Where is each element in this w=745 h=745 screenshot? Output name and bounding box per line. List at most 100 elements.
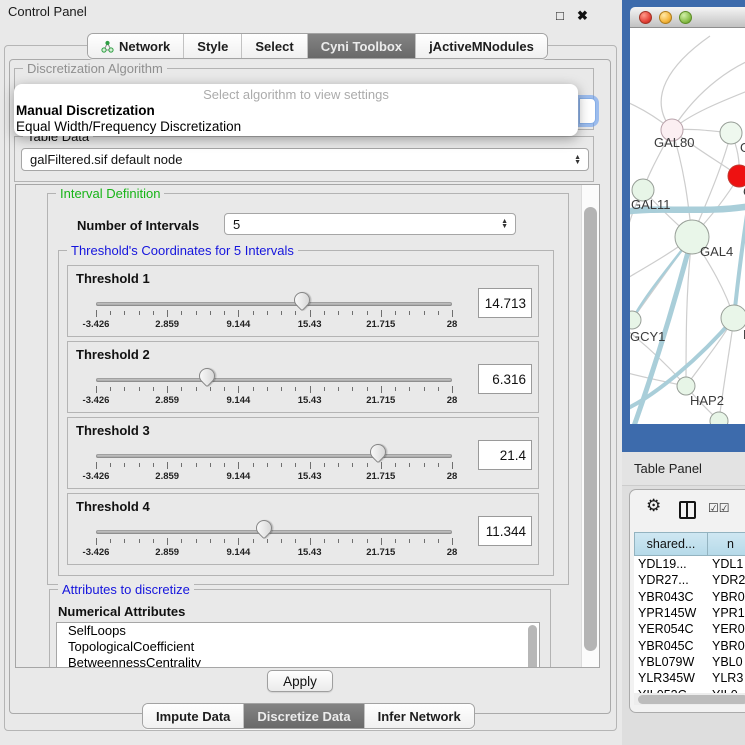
tick-label: -3.426 <box>83 471 110 482</box>
threshold-block: Threshold 1-3.4262.8599.14415.4321.71528… <box>67 265 539 337</box>
list-scrollbar-thumb[interactable] <box>528 625 537 668</box>
gear-icon[interactable]: ⚙ <box>646 496 661 516</box>
attribute-item-topologicalcoefficient[interactable]: TopologicalCoefficient <box>57 639 539 655</box>
threshold-value-field[interactable]: 6.316 <box>478 364 532 394</box>
numerical-attributes-list[interactable]: SelfLoopsTopologicalCoefficientBetweenne… <box>56 622 540 668</box>
thresholds-group: Threshold's Coordinates for 5 Intervals … <box>58 250 554 576</box>
table-panel-title: Table Panel <box>634 461 702 476</box>
group-title-discretization-algorithm: Discretization Algorithm <box>23 61 167 76</box>
table-row[interactable]: YDR27...YDR2 <box>634 572 745 588</box>
tick-label: 28 <box>447 395 458 406</box>
node-label: GA <box>740 140 745 155</box>
table-cell: YPR145W <box>634 606 708 620</box>
network-edge[interactable] <box>661 36 710 130</box>
table-data-combobox-value: galFiltered.sif default node <box>30 152 182 167</box>
threshold-value-field[interactable]: 11.344 <box>478 516 532 546</box>
tab-select[interactable]: Select <box>242 34 307 58</box>
table-panel-card: ⚙ ☑☑ shared... n YDL19...YDL1YDR27...YDR… <box>629 489 745 713</box>
table-row[interactable]: YLR345WYLR3 <box>634 670 745 686</box>
table-data-combobox[interactable]: galFiltered.sif default node ▲▼ <box>21 148 589 171</box>
node-label: HAP2 <box>690 393 724 408</box>
number-of-intervals-combobox[interactable]: 5 ▲▼ <box>224 213 516 235</box>
node-label: GAL4 <box>700 244 733 259</box>
tab-label: Infer Network <box>378 709 461 724</box>
tab-infer-network[interactable]: Infer Network <box>365 704 474 728</box>
table-cell: YDL19... <box>634 557 708 571</box>
threshold-value-field[interactable]: 14.713 <box>478 288 532 318</box>
network-edge[interactable] <box>672 58 745 130</box>
table-column-header[interactable]: shared... <box>634 532 708 556</box>
tick-label: 21.715 <box>366 471 395 482</box>
number-of-intervals-label: Number of Intervals <box>77 218 199 233</box>
slider-thumb[interactable] <box>196 365 219 388</box>
apply-button[interactable]: Apply <box>267 670 333 692</box>
algorithm-dropdown-items: Manual DiscretizationEqual Width/Frequen… <box>14 103 578 135</box>
slider-thumb[interactable] <box>367 441 390 464</box>
tab-network[interactable]: Network <box>88 34 184 58</box>
network-node[interactable] <box>630 311 641 329</box>
table-cell: YDR2 <box>708 573 745 587</box>
dropdown-item-equal-width-frequency-discretization[interactable]: Equal Width/Frequency Discretization <box>14 119 578 135</box>
network-view-canvas[interactable]: GAL80GACGAL11GAL4GCY1HHAP2 <box>630 28 745 424</box>
tick-label: 28 <box>447 547 458 558</box>
table-row[interactable]: YIL052CYIL0 <box>634 686 745 693</box>
table-column-header[interactable]: n <box>708 532 745 556</box>
slider-thumb[interactable] <box>291 289 314 312</box>
tab-discretize-data[interactable]: Discretize Data <box>244 704 364 728</box>
network-window-titlebar[interactable] <box>630 7 745 28</box>
column-layout-icon[interactable] <box>679 501 696 519</box>
tick-label: 21.715 <box>366 547 395 558</box>
tab-impute-data[interactable]: Impute Data <box>143 704 244 728</box>
close-icon[interactable]: ✖ <box>577 4 588 28</box>
threshold-value-field[interactable]: 21.4 <box>478 440 532 470</box>
slider-track[interactable] <box>96 454 452 458</box>
tab-label: jActiveMNodules <box>429 39 534 54</box>
table-row[interactable]: YBR043CYBR0 <box>634 589 745 605</box>
table-row[interactable]: YER054CYER0 <box>634 621 745 637</box>
tick-label: 9.144 <box>227 395 251 406</box>
network-icon <box>101 40 114 53</box>
slider-track[interactable] <box>96 302 452 306</box>
scrollbar-track[interactable] <box>581 185 600 667</box>
group-title-thresholds: Threshold's Coordinates for 5 Intervals <box>67 243 298 258</box>
scrollbar-thumb[interactable] <box>584 207 597 651</box>
checkbox-columns-icon[interactable]: ☑☑ <box>708 501 730 515</box>
network-node[interactable] <box>710 412 728 424</box>
minimize-traffic-light-icon[interactable] <box>659 11 672 24</box>
stepper-icon: ▲▼ <box>501 219 515 229</box>
tab-style[interactable]: Style <box>184 34 242 58</box>
tab-cyni-toolbox[interactable]: Cyni Toolbox <box>308 34 416 58</box>
network-node[interactable] <box>721 305 745 331</box>
control-panel-tabs: Network StyleSelectCyni Toolbox jActiveMNo… <box>87 33 548 59</box>
threshold-label: Threshold 1 <box>76 271 150 286</box>
table-hscrollbar-track[interactable] <box>634 693 745 705</box>
algorithm-combobox-focus-ring[interactable] <box>579 98 596 124</box>
zoom-traffic-light-icon[interactable] <box>679 11 692 24</box>
float-window-icon[interactable]: □ <box>556 4 564 28</box>
table-hscrollbar-thumb[interactable] <box>638 695 745 704</box>
table-cell: YBL0 <box>708 655 743 669</box>
table-row[interactable]: YBR045CYBR0 <box>634 637 745 653</box>
table-row[interactable]: YBL079WYBL0 <box>634 654 745 670</box>
tick-label: 15.43 <box>298 547 322 558</box>
network-window-frame[interactable]: GAL80GACGAL11GAL4GCY1HHAP2 <box>622 0 745 452</box>
slider-ticks <box>96 386 452 394</box>
attribute-item-betweennesscentrality[interactable]: BetweennessCentrality <box>57 655 539 668</box>
slider-thumb[interactable] <box>253 517 276 540</box>
threshold-label: Threshold 3 <box>76 423 150 438</box>
tab-label: Discretize Data <box>257 709 350 724</box>
dropdown-item-manual-discretization[interactable]: Manual Discretization <box>14 103 578 119</box>
table-panel-titlebar: Table Panel <box>622 452 745 486</box>
table-row[interactable]: YDL19...YDL1 <box>634 556 745 572</box>
attribute-item-selfloops[interactable]: SelfLoops <box>57 623 539 639</box>
slider-track[interactable] <box>96 378 452 382</box>
number-of-intervals-value: 5 <box>233 217 240 232</box>
tab-jactivemnodules[interactable]: jActiveMNodules <box>416 34 547 58</box>
tab-label: Network <box>119 39 170 54</box>
network-node[interactable] <box>720 122 742 144</box>
table-row[interactable]: YPR145WYPR1 <box>634 605 745 621</box>
slider-track[interactable] <box>96 530 452 534</box>
table-cell: YER0 <box>708 622 745 636</box>
close-traffic-light-icon[interactable] <box>639 11 652 24</box>
control-panel-titlebar: Control Panel □ ✖ <box>0 0 622 24</box>
